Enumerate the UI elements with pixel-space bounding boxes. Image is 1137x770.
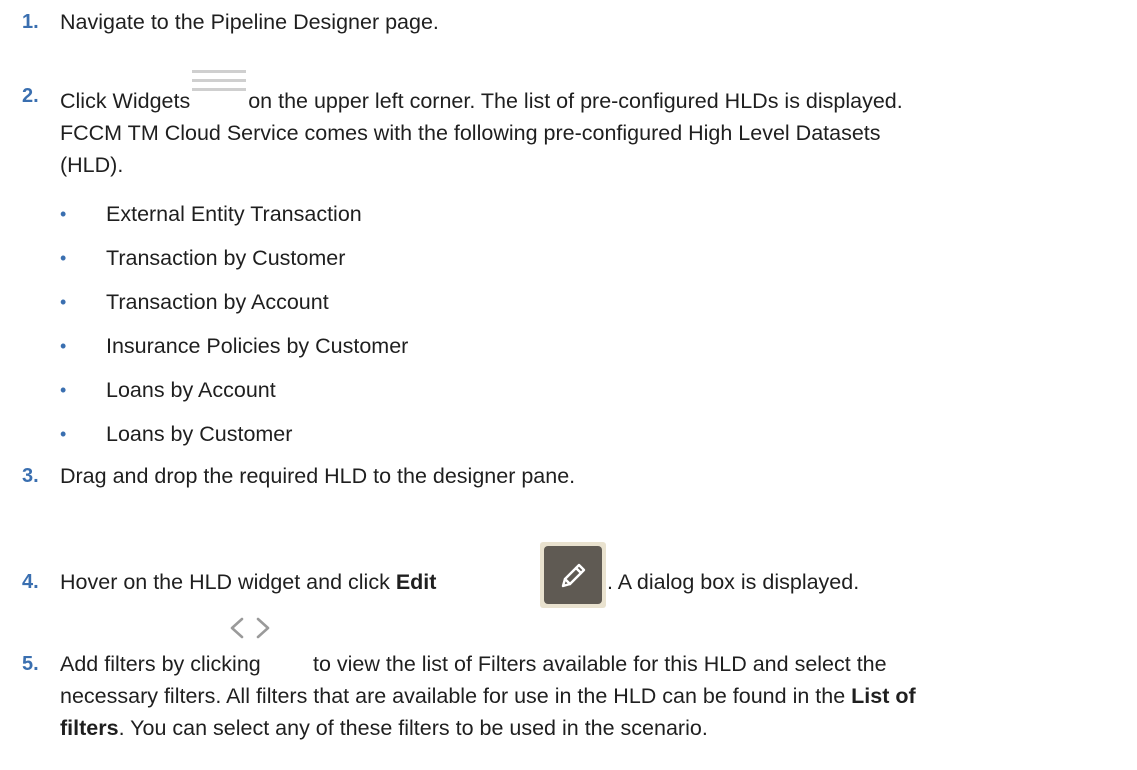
- pencil-edit-icon: [540, 542, 606, 608]
- edit-label: Edit: [395, 570, 437, 594]
- step-text: Add filters by clicking to view the list…: [60, 648, 1120, 744]
- step-text: Navigate to the Pipeline Designer page.: [60, 10, 439, 34]
- step-number: 2.: [22, 85, 39, 107]
- step-text-line-2: FCCM TM Cloud Service comes with the fol…: [60, 121, 881, 145]
- list-item: • Loans by Account: [0, 374, 1137, 406]
- step-number: 4.: [22, 571, 39, 593]
- code-brackets-icon: [222, 613, 278, 643]
- step-text-line-2: necessary filters. All filters that are …: [60, 684, 916, 708]
- list-item: • Transaction by Account: [0, 286, 1137, 318]
- step-text: Drag and drop the required HLD to the de…: [60, 464, 576, 488]
- step-text-line-3: (HLD).: [60, 153, 124, 177]
- code-brackets-icon-glyph: [230, 617, 270, 639]
- list-item: • Insurance Policies by Customer: [0, 330, 1137, 362]
- step-text-after-icon: . A dialog box is displayed.: [607, 570, 860, 594]
- list-item: • Loans by Customer: [0, 418, 1137, 450]
- step-text-line-1: Add filters by clicking to view the list…: [60, 652, 887, 676]
- bullet-icon: •: [60, 336, 67, 356]
- bullet-icon: •: [60, 292, 67, 312]
- bullet-icon: •: [60, 380, 67, 400]
- pencil-icon-glyph: [561, 563, 586, 588]
- step-number: 1.: [22, 11, 39, 33]
- hamburger-menu-icon: [192, 70, 247, 110]
- step-text: Click Widgets on the upper left corner. T…: [60, 70, 1120, 181]
- pencil-edit-icon-body: [544, 546, 602, 604]
- bullet-icon: •: [60, 248, 67, 268]
- list-item: • Transaction by Customer: [0, 242, 1137, 274]
- step-number: 3.: [22, 465, 39, 487]
- step-text-line-1: Click Widgets on the upper left corner. T…: [60, 70, 1120, 117]
- step-text-line-3: filters. You can select any of these fil…: [60, 716, 708, 740]
- list-item: • External Entity Transaction: [0, 198, 1137, 230]
- bullet-icon: •: [60, 424, 67, 444]
- bullet-icon: •: [60, 204, 67, 224]
- step-number: 5.: [22, 653, 39, 675]
